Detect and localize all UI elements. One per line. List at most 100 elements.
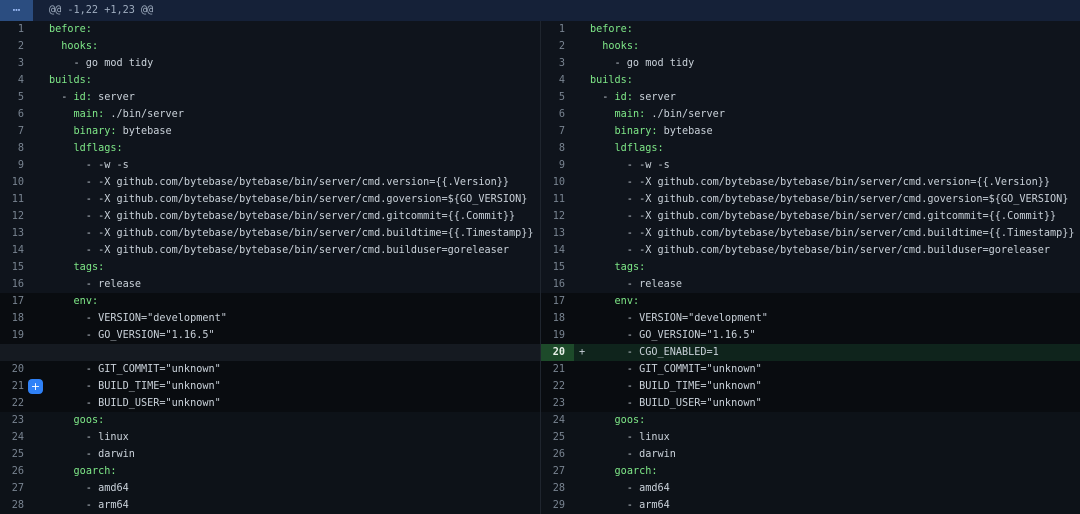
line-number[interactable]: 7 <box>0 123 33 140</box>
diff-row: 21 - GIT_COMMIT="unknown" <box>541 361 1080 378</box>
line-number[interactable]: 19 <box>0 327 33 344</box>
code-line: - -X github.com/bytebase/bytebase/bin/se… <box>49 174 540 191</box>
line-number[interactable]: 21+ <box>0 378 33 395</box>
diff-marker <box>33 174 49 191</box>
line-number[interactable]: 14 <box>0 242 33 259</box>
yaml-text <box>590 466 615 477</box>
diff-row: 23 - BUILD_USER="unknown" <box>541 395 1080 412</box>
line-number[interactable]: 18 <box>0 310 33 327</box>
line-number[interactable]: 26 <box>541 446 574 463</box>
line-number[interactable]: 28 <box>0 497 33 514</box>
line-number[interactable]: 24 <box>0 429 33 446</box>
line-number[interactable]: 11 <box>541 191 574 208</box>
line-number[interactable]: 22 <box>541 378 574 395</box>
line-number[interactable]: 3 <box>541 55 574 72</box>
line-number[interactable]: 16 <box>0 276 33 293</box>
line-number[interactable]: 6 <box>0 106 33 123</box>
yaml-text: bytebase <box>116 126 171 137</box>
yaml-text: - BUILD_USER="unknown" <box>49 398 221 409</box>
line-number[interactable]: 13 <box>0 225 33 242</box>
diff-marker <box>33 412 49 429</box>
line-number[interactable]: 15 <box>541 259 574 276</box>
line-number[interactable]: 28 <box>541 480 574 497</box>
line-number[interactable]: 12 <box>0 208 33 225</box>
add-comment-button[interactable]: + <box>28 379 43 394</box>
line-number[interactable]: 1 <box>0 21 33 38</box>
line-number[interactable]: 27 <box>541 463 574 480</box>
line-number[interactable]: 23 <box>0 412 33 429</box>
line-number[interactable]: 1 <box>541 21 574 38</box>
line-number[interactable]: 19 <box>541 327 574 344</box>
line-number[interactable]: 2 <box>541 38 574 55</box>
diff-marker <box>574 310 590 327</box>
diff-row-empty <box>0 344 540 361</box>
code-line: - BUILD_USER="unknown" <box>49 395 540 412</box>
diff-row: 4builds: <box>541 72 1080 89</box>
yaml-text: - -X github.com/bytebase/bytebase/bin/se… <box>590 245 1050 256</box>
code-line: - GO_VERSION="1.16.5" <box>590 327 1080 344</box>
line-number[interactable]: 16 <box>541 276 574 293</box>
line-number[interactable]: 22 <box>0 395 33 412</box>
line-number[interactable]: 25 <box>0 446 33 463</box>
line-number[interactable]: 2 <box>0 38 33 55</box>
diff-marker <box>33 21 49 38</box>
line-number[interactable]: 5 <box>0 89 33 106</box>
diff-row: 13 - -X github.com/bytebase/bytebase/bin… <box>0 225 540 242</box>
yaml-text <box>49 126 74 137</box>
line-number[interactable]: 20 <box>0 361 33 378</box>
line-number[interactable]: 11 <box>0 191 33 208</box>
line-number[interactable]: 15 <box>0 259 33 276</box>
line-number[interactable]: 10 <box>0 174 33 191</box>
line-number[interactable]: 9 <box>541 157 574 174</box>
line-number[interactable]: 8 <box>0 140 33 157</box>
yaml-text: - -X github.com/bytebase/bytebase/bin/se… <box>49 228 534 239</box>
diff-marker <box>574 293 590 310</box>
line-number[interactable]: 24 <box>541 412 574 429</box>
line-number[interactable]: 7 <box>541 123 574 140</box>
yaml-key: before: <box>590 24 633 35</box>
yaml-text <box>590 296 615 307</box>
line-number[interactable]: 13 <box>541 225 574 242</box>
diff-marker <box>574 89 590 106</box>
line-number[interactable]: 25 <box>541 429 574 446</box>
diff-row: 11 - -X github.com/bytebase/bytebase/bin… <box>0 191 540 208</box>
code-line: - BUILD_TIME="unknown" <box>49 378 540 395</box>
line-number[interactable]: 23 <box>541 395 574 412</box>
diff-marker <box>33 38 49 55</box>
line-number[interactable]: 9 <box>0 157 33 174</box>
expand-hunk-button[interactable]: ⋯ <box>0 0 33 21</box>
line-number[interactable]: 4 <box>0 72 33 89</box>
line-number[interactable]: 17 <box>0 293 33 310</box>
line-number[interactable]: 17 <box>541 293 574 310</box>
line-number[interactable]: 29 <box>541 497 574 514</box>
code-line <box>49 344 540 361</box>
line-number[interactable]: 4 <box>541 72 574 89</box>
line-number[interactable]: 10 <box>541 174 574 191</box>
diff-marker <box>574 412 590 429</box>
line-number[interactable]: 14 <box>541 242 574 259</box>
diff-marker <box>574 395 590 412</box>
line-number[interactable]: 12 <box>541 208 574 225</box>
line-number[interactable]: 5 <box>541 89 574 106</box>
line-number[interactable]: 6 <box>541 106 574 123</box>
diff-row: 28 - arm64 <box>0 497 540 514</box>
code-line: - linux <box>590 429 1080 446</box>
diff-row: 14 - -X github.com/bytebase/bytebase/bin… <box>0 242 540 259</box>
code-line: - GIT_COMMIT="unknown" <box>49 361 540 378</box>
line-number[interactable]: 27 <box>0 480 33 497</box>
diff-marker <box>574 208 590 225</box>
diff-row: 17 env: <box>541 293 1080 310</box>
line-number[interactable]: 20 <box>541 344 574 361</box>
diff-panes: 1before:2 hooks:3 - go mod tidy4builds:5… <box>0 21 1080 514</box>
yaml-text: server <box>633 92 676 103</box>
code-line: - GO_VERSION="1.16.5" <box>49 327 540 344</box>
line-number[interactable]: 21 <box>541 361 574 378</box>
line-number[interactable]: 8 <box>541 140 574 157</box>
line-number[interactable]: 3 <box>0 55 33 72</box>
diff-marker <box>574 123 590 140</box>
yaml-text: - GO_VERSION="1.16.5" <box>590 330 756 341</box>
line-number[interactable]: 18 <box>541 310 574 327</box>
diff-row: 7 binary: bytebase <box>541 123 1080 140</box>
diff-marker <box>574 55 590 72</box>
line-number[interactable]: 26 <box>0 463 33 480</box>
